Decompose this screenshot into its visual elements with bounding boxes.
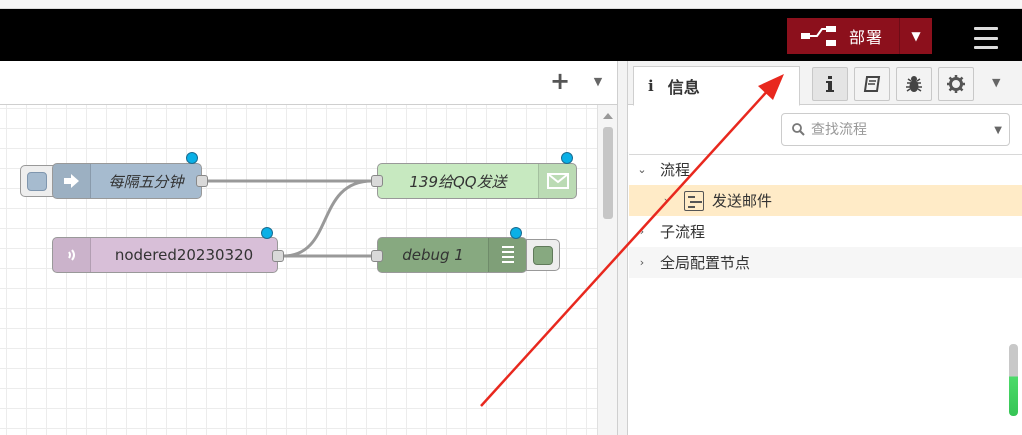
info-icon: i [648, 77, 654, 95]
tree-top-border [629, 154, 1022, 155]
config-tab-button[interactable] [938, 67, 974, 101]
chevron-down-icon[interactable]: ⌄ [636, 163, 648, 176]
browser-top-strip [0, 0, 1022, 9]
debug-tab-button[interactable] [896, 67, 932, 101]
envelope-icon [538, 164, 576, 198]
workspace-tabs-caret[interactable]: ▼ [588, 75, 608, 91]
mqtt-in-node-label: nodered20230320 [114, 246, 254, 264]
mqtt-signal-icon [53, 238, 91, 272]
email-out-node[interactable]: 139给QQ发送 [377, 163, 577, 199]
deploy-main[interactable]: 部署 [787, 18, 900, 54]
add-flow-button[interactable]: + [548, 69, 572, 94]
inject-node-label: 每隔五分钟 [108, 172, 184, 191]
debug-node[interactable]: debug 1 [377, 237, 527, 273]
tree-label-flows: 流程 [660, 161, 691, 179]
canvas-scroll-thumb[interactable] [603, 127, 613, 219]
deploy-label: 部署 [849, 28, 884, 47]
tab-info-label: 信息 [667, 78, 700, 97]
inject-changed-indicator [186, 152, 198, 164]
info-button-icon [826, 76, 834, 92]
email-input-port[interactable] [371, 175, 383, 187]
gear-icon [947, 75, 965, 93]
search-icon [792, 123, 805, 136]
flow-search-box[interactable]: ▼ [781, 113, 1010, 146]
tree-label-flow-send-mail: 发送邮件 [712, 192, 773, 210]
tab-info[interactable]: i 信息 [633, 66, 800, 106]
deploy-icon [801, 26, 836, 46]
email-changed-indicator [561, 152, 573, 164]
sidebar-resize-handle[interactable] [617, 61, 628, 435]
inject-output-port[interactable] [196, 175, 208, 187]
book-icon [863, 76, 881, 92]
bug-icon [906, 76, 922, 92]
workspace-tab-bar: + ▼ [0, 61, 617, 105]
tree-row-flows[interactable]: ⌄ 流程 [629, 154, 1022, 185]
tree-row-subflows[interactable]: › 子流程 [629, 216, 1022, 247]
sidebar-tabs-caret[interactable]: ▼ [992, 76, 1000, 89]
sidebar-tab-bar: i 信息 [628, 61, 1022, 106]
sidebar-scrollbar[interactable] [1009, 344, 1018, 416]
mqtt-output-port[interactable] [272, 250, 284, 262]
info-tab-button[interactable] [812, 67, 848, 101]
main-menu-icon[interactable] [970, 25, 1002, 51]
deploy-button[interactable]: 部署 ▼ [787, 18, 932, 54]
email-node-label: 139给QQ发送 [409, 172, 507, 191]
help-tab-button[interactable] [854, 67, 890, 101]
debug-list-icon [488, 238, 526, 272]
deploy-options-caret[interactable]: ▼ [900, 18, 932, 54]
canvas-vertical-scrollbar[interactable] [597, 105, 617, 435]
tree-label-global-config: 全局配置节点 [660, 254, 751, 272]
debug-node-label: debug 1 [402, 246, 464, 264]
inject-trigger-button[interactable] [20, 165, 54, 197]
debug-input-port[interactable] [371, 250, 383, 262]
flow-search-input[interactable] [811, 121, 991, 138]
inject-arrow-icon [53, 164, 91, 198]
mqtt-in-node[interactable]: nodered20230320 [52, 237, 278, 273]
outline-tree: ⌄ 流程 › 发送邮件 › 子流程 › 全局配置节点 [629, 154, 1022, 435]
scroll-up-arrow-icon[interactable] [603, 113, 613, 119]
tree-row-global-config[interactable]: › 全局配置节点 [629, 247, 1022, 278]
inject-node[interactable]: 每隔五分钟 [52, 163, 202, 199]
chevron-right-icon[interactable]: › [636, 256, 648, 269]
app-header: 部署 ▼ [0, 9, 1022, 61]
debug-changed-indicator [510, 227, 522, 239]
chevron-right-icon[interactable]: › [636, 225, 648, 238]
mqtt-changed-indicator [261, 227, 273, 239]
chevron-right-icon[interactable]: › [660, 194, 672, 207]
tree-label-subflows: 子流程 [660, 223, 706, 241]
tree-row-flow-send-mail[interactable]: › 发送邮件 [629, 185, 1022, 216]
debug-toggle-button[interactable] [526, 239, 560, 271]
search-options-caret-icon[interactable]: ▼ [994, 125, 1002, 136]
flow-tab-icon [684, 190, 704, 211]
